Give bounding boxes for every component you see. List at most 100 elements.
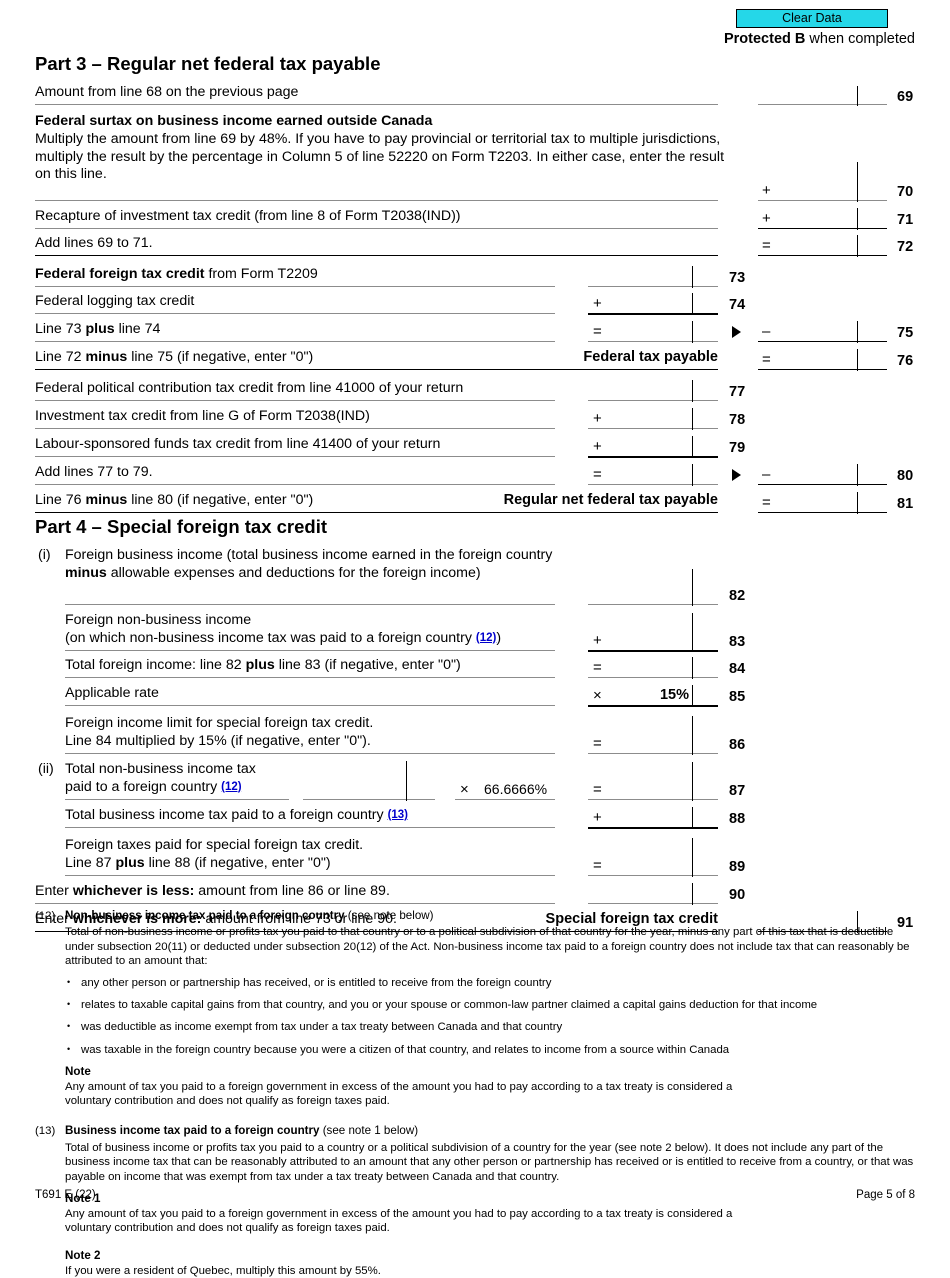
field-rule-74 [588,313,718,315]
field-input-75-inner[interactable] [607,321,689,323]
field-rule-69 [758,104,887,105]
cents-divider-82 [692,569,693,606]
row-label-76: Line 72 minus line 75 (if negative, ente… [35,349,314,365]
footnote-12-heading-reg: (see note below) [344,909,434,922]
cents-divider-80 [857,464,858,486]
line-number-87: 87 [729,783,746,799]
field-input-82[interactable] [591,584,689,586]
part4-title-bold: Part 4 [35,516,87,537]
operator-78: + [593,410,602,427]
protected-b-notice: Protected B when completed [724,31,915,47]
field-input-80-inner[interactable] [607,464,689,466]
field-input-69[interactable] [760,84,854,86]
field-input-70[interactable] [775,180,854,182]
cents-divider-87-amount [406,761,407,801]
list-item: relates to taxable capital gains from th… [65,997,915,1012]
part4-title-rest: Special foreign tax credit [107,516,328,537]
cents-divider-72 [857,235,858,257]
operator-74: + [593,295,602,312]
clear-data-button[interactable]: Clear Data [736,9,888,28]
footnote-13-tag: (13) [35,1125,56,1138]
operator-75-inner: = [593,323,602,340]
row-rule-86 [65,753,555,754]
field-input-79[interactable] [607,436,689,438]
carry-arrow-80 [732,469,741,481]
line-number-84: 84 [729,661,746,677]
field-input-84[interactable] [607,657,689,659]
field-rule-75 [758,341,887,342]
footnote-12-heading-bold: Non-business income tax paid to a foreig… [65,909,345,922]
footnote-12: (12) Non-business income tax paid to a f… [35,909,915,1108]
field-input-90[interactable] [591,883,689,885]
field-input-83[interactable] [607,630,689,632]
field-input-71[interactable] [775,208,854,210]
field-input-75[interactable] [775,321,854,323]
field-input-76[interactable] [775,349,854,351]
row-label-75: Line 73 plus line 74 [35,321,161,337]
row-rule-76 [35,369,718,370]
row-label-82: Foreign business income (total business … [65,547,553,581]
operator-89: = [593,857,602,874]
field-rule-79 [588,456,718,458]
row-label-73-rest: from Form T2209 [204,266,318,282]
row-rule-83 [65,650,555,651]
footnote-ref-12a[interactable]: (12) [476,632,496,644]
footnote-12-note-heading: Note [65,1065,91,1079]
line-number-88: 88 [729,811,746,827]
footnote-ref-13[interactable]: (13) [388,809,408,821]
row-rule-78 [35,428,555,429]
cents-divider-74 [692,293,693,315]
roman-numeral-i: (i) [38,547,51,563]
cents-divider-86 [692,716,693,755]
field-input-89[interactable] [607,855,689,857]
part4-title: Part 4 – Special foreign tax credit [35,516,915,538]
field-input-87-amount[interactable] [305,779,404,781]
footnote-ref-12b[interactable]: (12) [221,781,241,793]
row-rule-71 [35,228,718,229]
row-rule-87 [65,799,289,800]
field-input-74[interactable] [607,293,689,295]
row-label-86: Foreign income limit for special foreign… [65,715,374,749]
footnote-13-note2-text: If you were a resident of Quebec, multip… [65,1264,381,1277]
row-rule-72 [35,255,718,256]
field-rule-70 [758,200,887,201]
footnote-12-tag: (12) [35,910,56,922]
field-input-81[interactable] [775,492,854,494]
part3-title-dash: – [86,53,107,74]
line-number-85: 85 [729,689,746,705]
field-rule-78 [588,428,718,429]
cents-divider-81 [857,492,858,514]
row-rule-79 [35,456,555,457]
row-rule-88 [65,827,555,828]
field-input-77[interactable] [591,380,689,382]
row-label-85: Applicable rate [65,685,159,701]
cents-divider-69 [857,86,858,106]
row-label-89: Foreign taxes paid for special foreign t… [65,837,364,871]
page-footer: T691 E (22) Page 5 of 8 [35,1189,915,1205]
form-identifier: T691 E (22) [35,1189,96,1201]
line-number-80: 80 [897,468,914,484]
line-number-90: 90 [729,887,746,903]
field-rule-88 [588,827,718,829]
field-input-80[interactable] [775,464,854,466]
field-rule-84 [588,677,718,678]
field-input-86[interactable] [607,733,689,735]
row-rule-73 [35,286,555,287]
operator-76: = [762,351,771,368]
field-input-88[interactable] [607,807,689,809]
field-rule-72 [758,255,887,256]
field-input-73[interactable] [591,266,689,268]
field-input-72[interactable] [775,235,854,237]
operator-87: = [593,781,602,798]
field-input-87[interactable] [607,779,689,781]
field-rule-82 [588,604,718,605]
operator-88: + [593,809,602,826]
operator-80-inner: = [593,466,602,483]
row-rule-89 [65,875,555,876]
caption-federal-tax-payable: Federal tax payable [583,349,718,365]
field-input-78[interactable] [607,408,689,410]
row-label-78: Investment tax credit from line G of For… [35,408,370,424]
row-label-69: Amount from line 68 on the previous page [35,84,299,100]
field-rule-89 [588,875,718,876]
operator-84: = [593,659,602,676]
